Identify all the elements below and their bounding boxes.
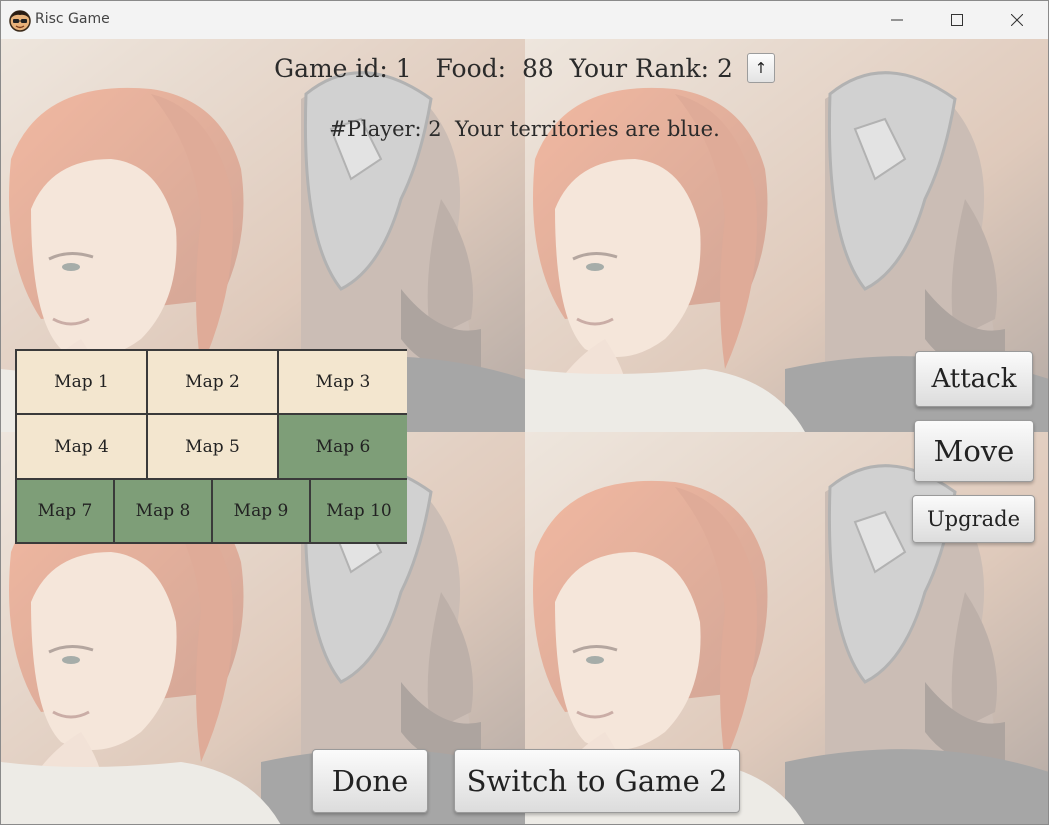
game-status-bar: Game id: 1 Food: 88 Your Rank: 2 ↑ [1,53,1048,83]
game-window: Risc Game Game id: 1 Food: 88 Your Rank:… [0,0,1049,825]
done-button[interactable]: Done [312,749,428,813]
upgrade-button[interactable]: Upgrade [912,495,1035,543]
close-icon [1011,14,1023,26]
map-6-tile[interactable]: Map 6 [279,415,407,478]
map-2-tile[interactable]: Map 2 [148,351,277,413]
minimize-icon [891,19,903,21]
rank-label: Your Rank: 2 [569,53,733,83]
switch-game-button[interactable]: Switch to Game 2 [454,749,740,813]
map-7-tile[interactable]: Map 7 [17,480,113,542]
window-title: Risc Game [35,11,110,27]
map-1-tile[interactable]: Map 1 [17,351,146,413]
title-bar[interactable]: Risc Game [1,1,1048,39]
maximize-button[interactable] [927,1,987,39]
map-grid: Map 1 Map 2 Map 3 Map 4 Map 5 Map 6 Map … [15,349,407,544]
map-10-tile[interactable]: Map 10 [311,480,407,542]
map-9-tile[interactable]: Map 9 [213,480,309,542]
map-5-tile[interactable]: Map 5 [148,415,277,478]
close-button[interactable] [987,1,1047,39]
game-content: Game id: 1 Food: 88 Your Rank: 2 ↑ #Play… [1,39,1048,824]
map-3-tile[interactable]: Map 3 [279,351,407,413]
move-button[interactable]: Move [914,420,1034,482]
map-8-tile[interactable]: Map 8 [115,480,211,542]
maximize-icon [951,14,963,26]
rank-sort-button[interactable]: ↑ [746,53,775,83]
game-id-label: Game id: 1 [274,53,412,83]
player-info-label: #Player: 2 Your territories are blue. [329,117,720,141]
cartoon-face-with-glasses-icon [8,8,32,32]
attack-button[interactable]: Attack [915,351,1033,407]
minimize-button[interactable] [867,1,927,39]
food-label: Food: 88 [435,53,554,83]
map-4-tile[interactable]: Map 4 [17,415,146,478]
